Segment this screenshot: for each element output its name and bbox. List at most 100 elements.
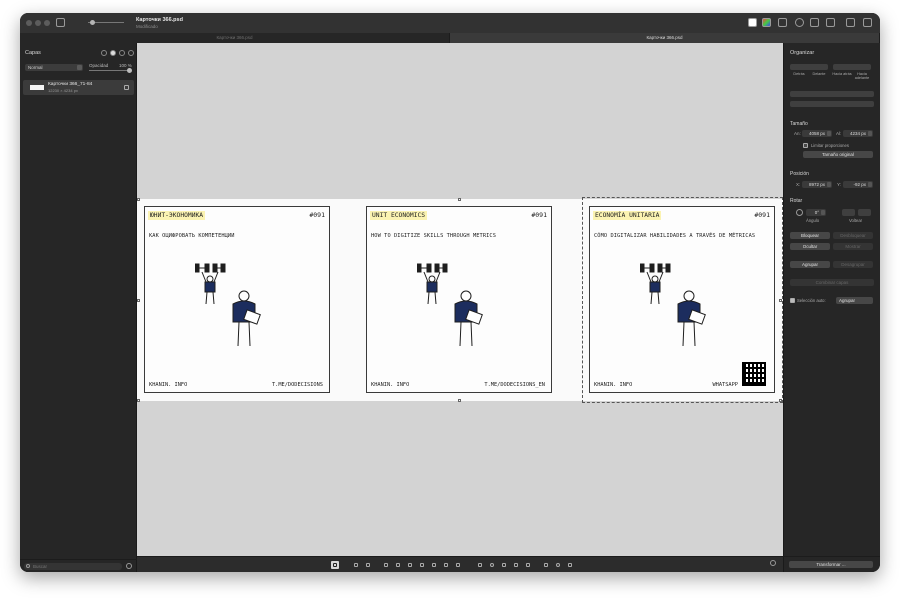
transform-handle[interactable] xyxy=(137,198,140,201)
transform-handle[interactable] xyxy=(137,299,140,302)
layer-item[interactable]: Карточки 366_71-84 12230 × 4234 px xyxy=(23,80,134,95)
magic-tool-icon[interactable] xyxy=(364,561,372,569)
magic-wand-glyph xyxy=(514,563,518,567)
inspector-toggle-icon[interactable] xyxy=(863,18,872,27)
transform-handle[interactable] xyxy=(137,399,140,402)
transform-handle[interactable] xyxy=(458,399,461,402)
add-layer-icon[interactable] xyxy=(128,50,134,56)
minimize-window-button[interactable] xyxy=(35,20,41,26)
flip-vertical-button[interactable] xyxy=(858,209,871,216)
opacity-slider[interactable] xyxy=(89,70,131,71)
pencil-tool-icon[interactable] xyxy=(418,561,426,569)
tab-document-2[interactable]: Карточки 366.psd xyxy=(450,33,880,43)
x-position-field[interactable]: 8972 px xyxy=(802,181,832,188)
search-icon xyxy=(26,564,30,568)
arrange-front-label: Delante xyxy=(812,72,826,76)
layer-visibility-checkbox[interactable] xyxy=(124,85,129,90)
layer-adjust-icon[interactable] xyxy=(110,50,116,56)
constrain-proportions-checkbox[interactable] xyxy=(803,143,808,148)
retouch-tool-icon[interactable] xyxy=(352,561,360,569)
layers-panel-actions xyxy=(101,50,134,56)
ungroup-button[interactable]: Desagrupar xyxy=(833,261,873,268)
auto-select-dropdown[interactable]: Agrupar xyxy=(836,297,873,304)
auto-select-checkbox[interactable] xyxy=(790,298,795,303)
zoom-glyph xyxy=(556,563,560,567)
flip-horizontal-button[interactable] xyxy=(842,209,855,216)
image-icon[interactable] xyxy=(778,18,787,27)
angle-field[interactable]: 0° xyxy=(806,209,826,216)
select-tool-icon[interactable] xyxy=(331,561,339,569)
document-tabs: Карточки 366.psd Карточки 366.psd xyxy=(20,33,880,43)
eraser-tool-icon[interactable] xyxy=(406,561,414,569)
brush-tool-icon[interactable] xyxy=(394,561,402,569)
card-russian[interactable]: ЮНИТ-ЭКОНОМИКА #091 КАК ОЦИФРОВАТЬ КОМПЕ… xyxy=(144,206,330,393)
canvas-settings-icon[interactable] xyxy=(770,560,776,566)
selection-bounds[interactable] xyxy=(582,197,783,403)
hide-button[interactable]: Ocultar xyxy=(790,243,830,250)
tab-document-1[interactable]: Карточки 366.psd xyxy=(20,33,450,43)
height-stepper[interactable] xyxy=(868,131,872,136)
show-button[interactable]: Mostrar xyxy=(833,243,873,250)
info-icon[interactable] xyxy=(795,18,804,27)
transform-button[interactable]: Transformar ... xyxy=(789,561,873,568)
color-picker-icon[interactable] xyxy=(748,18,757,27)
angle-dial-icon[interactable] xyxy=(796,209,803,216)
angle-stepper[interactable] xyxy=(821,210,825,215)
color-swatch-icon[interactable] xyxy=(762,18,771,27)
width-stepper[interactable] xyxy=(827,131,831,136)
export-icon[interactable] xyxy=(810,18,819,27)
close-window-button[interactable] xyxy=(26,20,32,26)
width-field[interactable]: 4058 px xyxy=(802,130,832,137)
transform-handle[interactable] xyxy=(458,198,461,201)
unlock-button[interactable]: Desbloquear xyxy=(833,232,873,239)
gradient-tool-glyph xyxy=(444,563,448,567)
card-footer-left: KHANIN. INFO xyxy=(149,382,188,388)
arrange-backward-label: Hacia atrás xyxy=(832,72,852,76)
crop-glyph xyxy=(568,563,572,567)
combine-layers-button[interactable]: Combinar capas xyxy=(790,279,874,286)
align-buttons-row[interactable] xyxy=(790,91,874,97)
blend-mode-value: Normal xyxy=(28,65,43,70)
sidebar-toggle-icon[interactable] xyxy=(56,18,65,27)
height-value: 4234 px xyxy=(849,131,866,136)
zoom-slider-knob[interactable] xyxy=(90,20,95,25)
share-icon[interactable] xyxy=(846,18,855,27)
zoom-window-button[interactable] xyxy=(44,20,50,26)
transform-handle[interactable] xyxy=(779,399,782,402)
rect-select-tool-icon[interactable] xyxy=(476,561,484,569)
original-size-button[interactable]: Tamaño original xyxy=(803,151,873,158)
transform-handle[interactable] xyxy=(779,299,782,302)
zoom-tool-icon[interactable] xyxy=(554,561,562,569)
group-button[interactable]: Agrupar xyxy=(790,261,830,268)
shape-tool-icon[interactable] xyxy=(454,561,462,569)
card-english[interactable]: UNIT ECONOMICS #091 HOW TO DIGITIZE SKIL… xyxy=(366,206,552,393)
layer-trash-icon[interactable] xyxy=(119,50,125,56)
canvas-area[interactable]: ЮНИТ-ЭКОНОМИКА #091 КАК ОЦИФРОВАТЬ КОМПЕ… xyxy=(137,43,783,556)
magic-wand-tool-icon[interactable] xyxy=(512,561,520,569)
height-field[interactable]: 4234 px xyxy=(843,130,873,137)
pen-tool-icon[interactable] xyxy=(382,561,390,569)
layer-mask-icon[interactable] xyxy=(101,50,107,56)
document-title: Карточки 366.psd xyxy=(136,17,183,23)
distribute-buttons-row[interactable] xyxy=(790,101,874,107)
eyedropper-tool-icon[interactable] xyxy=(524,561,532,569)
lock-button[interactable]: Bloquear xyxy=(790,232,830,239)
hand-tool-icon[interactable] xyxy=(542,561,550,569)
add-icon[interactable] xyxy=(126,563,132,569)
arrange-back-front-group[interactable] xyxy=(790,64,828,70)
lasso-tool-icon[interactable] xyxy=(500,561,508,569)
opacity-slider-knob[interactable] xyxy=(127,68,132,73)
layer-search-input[interactable]: Buscar xyxy=(24,563,122,570)
gradient-tool-icon[interactable] xyxy=(442,561,450,569)
y-stepper[interactable] xyxy=(868,182,872,187)
document-title-block: Карточки 366.psd Modificado xyxy=(136,17,183,29)
fill-tool-icon[interactable] xyxy=(430,561,438,569)
x-stepper[interactable] xyxy=(827,182,831,187)
blend-mode-select[interactable]: Normal xyxy=(25,64,83,71)
ellipse-select-tool-icon[interactable] xyxy=(488,561,496,569)
y-position-field[interactable]: -92 px xyxy=(843,181,873,188)
x-position-value: 8972 px xyxy=(808,182,825,187)
more-options-icon[interactable] xyxy=(826,18,835,27)
arrange-backward-forward-group[interactable] xyxy=(833,64,871,70)
crop-tool-icon[interactable] xyxy=(566,561,574,569)
